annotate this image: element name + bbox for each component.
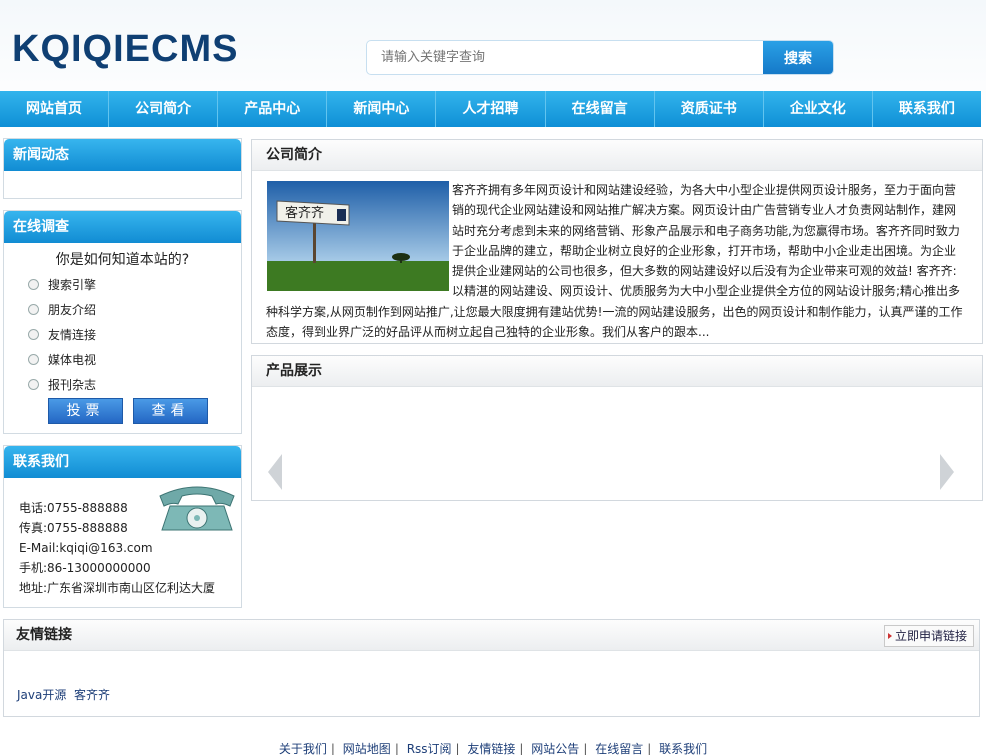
contact-panel: 联系我们 电话:0755-888888 传真:0755-888888 E-Mai…: [3, 445, 242, 608]
poll-option[interactable]: 搜索引擎: [4, 272, 241, 297]
search-button[interactable]: 搜索: [763, 41, 833, 74]
nav-item-products[interactable]: 产品中心: [218, 91, 328, 127]
footer-links: 关于我们 | 网站地图 | Rss订阅 | 友情链接 | 网站公告 | 在线留言 | 联系我…: [278, 742, 708, 755]
radio-button[interactable]: [28, 304, 39, 315]
footer-link-rss[interactable]: Rss订阅: [407, 742, 452, 755]
contact-panel-title[interactable]: 联系我们: [4, 446, 241, 478]
products-panel: 产品展示: [251, 355, 983, 501]
footer-link-friend-links[interactable]: 友情链接: [467, 742, 515, 755]
carousel-prev-arrow-icon[interactable]: [266, 452, 284, 492]
billboard-sign-text: 客齐齐: [285, 205, 324, 221]
main-nav: 网站首页 公司简介 产品中心 新闻中心 人才招聘 在线留言 资质证书 企业文化 …: [0, 91, 981, 127]
footer-link-message[interactable]: 在线留言: [595, 742, 643, 755]
poll-option-label: 搜索引擎: [48, 278, 97, 292]
poll-option[interactable]: 报刊杂志: [4, 372, 241, 397]
footer-link-about[interactable]: 关于我们: [279, 742, 327, 755]
telephone-icon: [159, 486, 235, 531]
poll-panel: 在线调查 你是如何知道本站的? 搜索引擎 朋友介绍 友情连接 媒体电视 报刊杂志…: [3, 210, 242, 434]
poll-option-label: 朋友介绍: [48, 303, 97, 317]
view-results-button[interactable]: 查看: [133, 398, 208, 424]
billboard-image[interactable]: 客齐齐: [267, 181, 449, 291]
poll-option[interactable]: 媒体电视: [4, 347, 241, 372]
nav-item-home[interactable]: 网站首页: [0, 91, 110, 127]
nav-item-about[interactable]: 公司简介: [109, 91, 219, 127]
friend-links-panel: 友情链接 立即申请链接 Java开源 客齐齐: [3, 619, 980, 717]
poll-option[interactable]: 朋友介绍: [4, 297, 241, 322]
friend-link-keqiqi[interactable]: 客齐齐: [74, 686, 110, 703]
vote-button[interactable]: 投票: [48, 398, 123, 424]
carousel-next-arrow-icon[interactable]: [938, 452, 956, 492]
apply-link-button[interactable]: 立即申请链接: [883, 625, 974, 647]
poll-option-label: 友情连接: [48, 328, 97, 342]
footer-link-sitemap[interactable]: 网站地图: [343, 742, 391, 755]
friend-links-title: 友情链接: [4, 620, 979, 651]
footer-link-announcements[interactable]: 网站公告: [531, 742, 579, 755]
company-intro-title[interactable]: 公司简介: [252, 140, 982, 171]
search-bar: 搜索: [366, 40, 834, 75]
nav-item-contact[interactable]: 联系我们: [873, 91, 981, 127]
news-panel-title[interactable]: 新闻动态: [4, 139, 241, 171]
nav-item-news[interactable]: 新闻中心: [327, 91, 437, 127]
poll-option-label: 报刊杂志: [48, 378, 97, 392]
nav-item-message[interactable]: 在线留言: [546, 91, 655, 127]
radio-button[interactable]: [28, 329, 39, 340]
contact-email: E-Mail:kqiqi@163.com: [19, 541, 153, 555]
friend-link-java[interactable]: Java开源: [17, 686, 66, 703]
radio-button[interactable]: [28, 354, 39, 365]
search-input[interactable]: [367, 41, 763, 74]
contact-address: 地址:广东省深圳市南山区亿利达大厦: [19, 581, 216, 595]
company-intro-panel: 公司简介 客齐齐拥有多年网页设计和网站建设经验，为各大中小型企业提供网页设计服务…: [251, 139, 983, 344]
poll-panel-title: 在线调查: [4, 211, 241, 243]
poll-question: 你是如何知道本站的?: [55, 252, 190, 268]
poll-option[interactable]: 友情连接: [4, 322, 241, 347]
radio-button[interactable]: [28, 379, 39, 390]
site-logo[interactable]: KQIQIECMS: [12, 28, 238, 71]
radio-button[interactable]: [28, 279, 39, 290]
news-panel: 新闻动态: [3, 138, 242, 199]
contact-mobile: 手机:86-13000000000: [19, 561, 151, 575]
products-title[interactable]: 产品展示: [252, 356, 982, 387]
nav-item-culture[interactable]: 企业文化: [764, 91, 873, 127]
poll-option-label: 媒体电视: [48, 353, 97, 367]
nav-item-certificates[interactable]: 资质证书: [655, 91, 764, 127]
nav-item-jobs[interactable]: 人才招聘: [436, 91, 546, 127]
footer-link-contact[interactable]: 联系我们: [659, 742, 707, 755]
